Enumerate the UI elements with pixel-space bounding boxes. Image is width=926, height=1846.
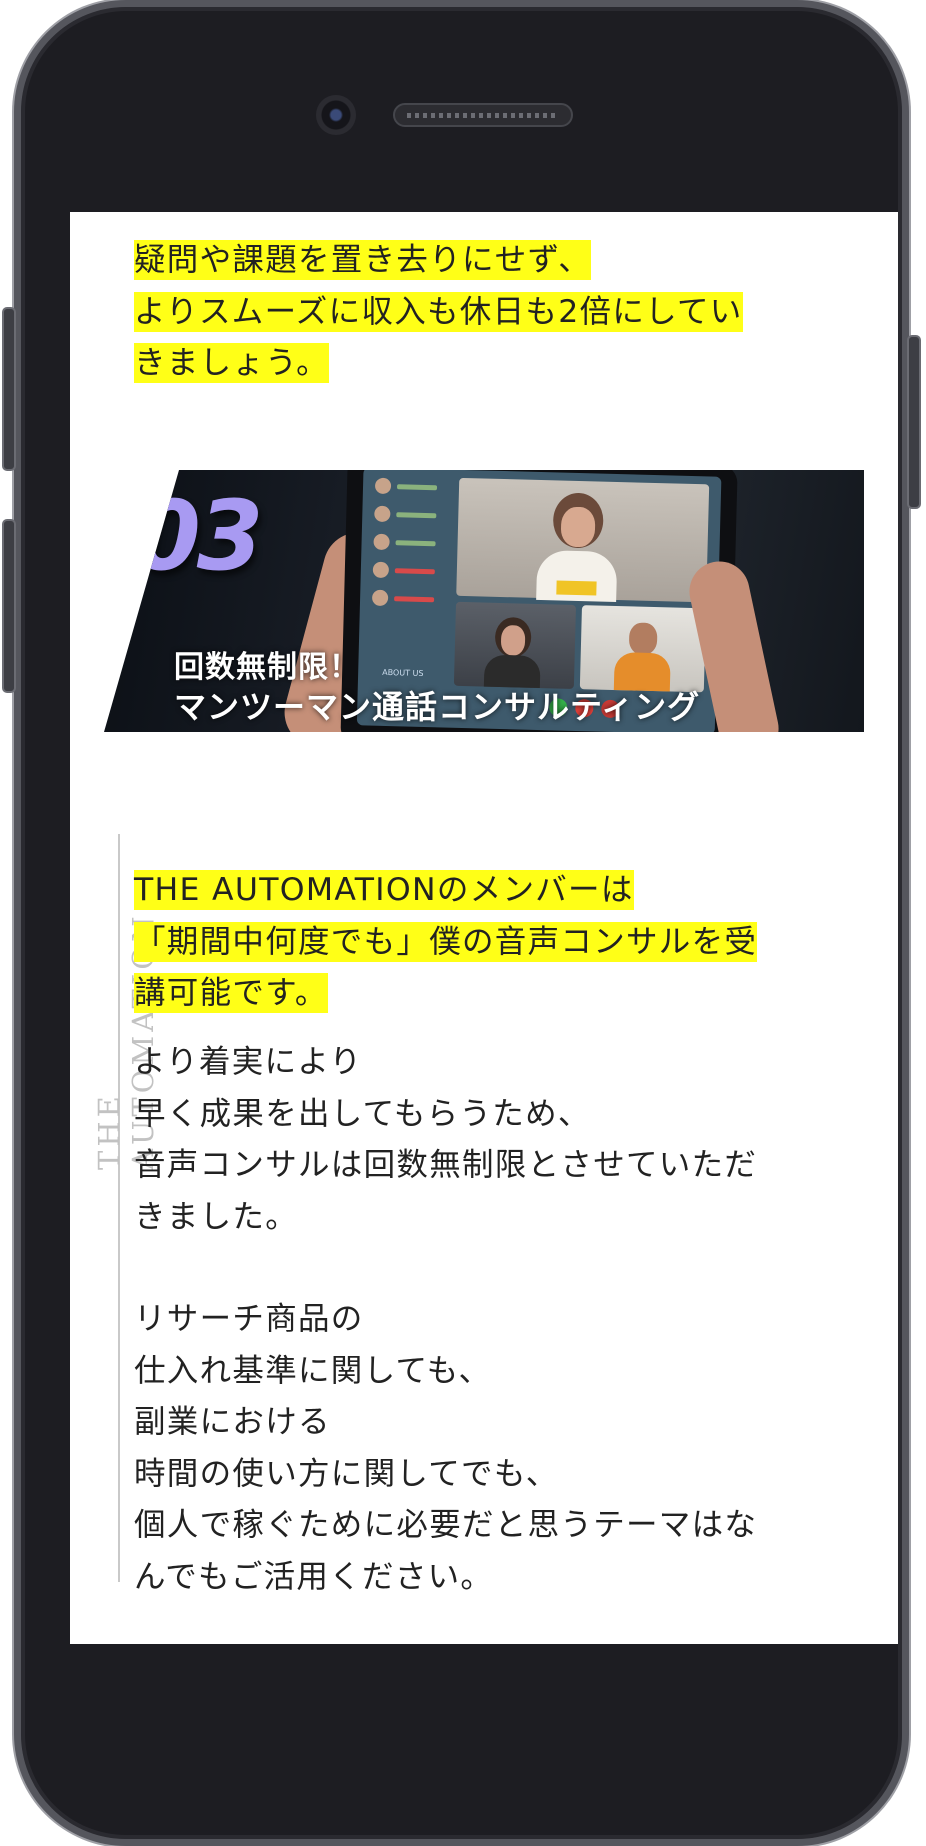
highlight-paragraph: THE AUTOMATIONのメンバーは 「期間中何度でも」僕の音声コンサルを受… [134,865,834,1020]
contact-item [372,561,463,580]
body-line: 仕入れ基準に関しても、 [134,1352,492,1389]
body-line: リサーチ商品の [134,1301,364,1337]
front-camera-icon [316,95,356,135]
mute-switch [2,307,16,471]
body-line: 時間の使い方に関してでも、 [134,1455,559,1492]
body-line: 音声コンサルは回数無制限とさせていただ [134,1147,758,1183]
video-tile-right [579,605,706,693]
body-line: 個人で稼ぐために必要だと思うテーマはな [134,1507,758,1543]
body-line: んでもご活用ください。 [134,1558,494,1595]
body-paragraph-2: リサーチ商品の 仕入れ基準に関しても、 副業における 時間の使い方に関してでも、… [134,1294,834,1603]
power-button [907,335,921,509]
contact-item [374,477,465,496]
feature-banner: ABOUT US 03 回数無制限！ マンツーマン通話コンサルティング [104,470,864,732]
speaker-grille [393,103,573,127]
highlight-line: 「期間中何度でも」僕の音声コンサルを受 [134,921,758,962]
video-tile-left [453,601,577,689]
body-paragraph-1: より着実により 早く成果を出してもらうため、 音声コンサルは回数無制限とさせてい… [134,1037,834,1243]
screen: 疑問や課題を置き去りにせず、 よりスムーズに収入も休日も2倍にしてい きましょう… [70,212,898,1644]
body-line: 副業における [134,1404,331,1440]
section-number: 03 [134,480,264,592]
intro-line: よりスムーズに収入も休日も2倍にしてい [134,291,743,332]
intro-line: 疑問や課題を置き去りにせず、 [134,240,591,280]
banner-subtitle: 回数無制限！ [174,650,360,685]
intro-paragraph: 疑問や課題を置き去りにせず、 よりスムーズに収入も休日も2倍にしてい きましょう… [134,235,834,390]
body-line: より着実により [134,1044,363,1080]
contact-item [374,505,464,524]
volume-button [2,519,16,693]
intro-line: きましょう。 [134,343,329,383]
highlight-line: THE AUTOMATIONのメンバーは [134,870,634,910]
video-tile-main [456,477,710,603]
highlight-line: 講可能です。 [134,973,328,1013]
body-line: 早く成果を出してもらうため、 [134,1095,591,1132]
contact-item [371,589,462,608]
contact-item [373,533,463,552]
phone-frame: 疑問や課題を置き去りにせず、 よりスムーズに収入も休日も2倍にしてい きましょう… [2,0,921,1846]
body-line: きました。 [134,1198,299,1235]
banner-title: マンツーマン通話コンサルティング [174,688,701,726]
